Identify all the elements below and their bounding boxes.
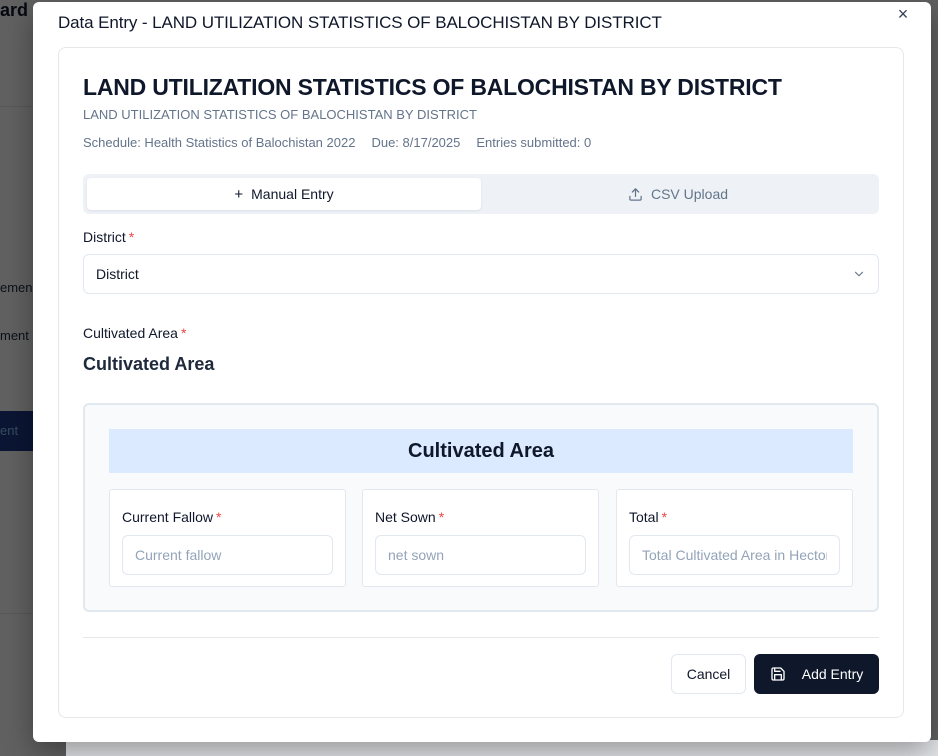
district-label: District *: [83, 229, 135, 245]
entry-mode-tabs: + Manual Entry CSV Upload: [83, 174, 879, 214]
due-date-text: Due: 8/17/2025: [371, 135, 461, 150]
cultivated-area-group: Cultivated Area Current Fallow* Net Sown…: [83, 403, 879, 612]
net-sown-field: Net Sown *: [362, 489, 599, 587]
form-title: LAND UTILIZATION STATISTICS OF BALOCHIST…: [83, 74, 782, 100]
data-entry-dialog: Data Entry - LAND UTILIZATION STATISTICS…: [33, 2, 931, 742]
chevron-down-icon: [854, 271, 864, 277]
required-marker: *: [180, 325, 187, 341]
close-icon[interactable]: ×: [893, 4, 913, 24]
footer-divider: [83, 637, 879, 638]
save-icon: [771, 667, 785, 681]
group-header: Cultivated Area: [109, 429, 853, 473]
district-select[interactable]: District: [83, 254, 879, 294]
required-marker: *: [661, 509, 668, 525]
dialog-title: Data Entry - LAND UTILIZATION STATISTICS…: [58, 13, 662, 32]
form-subtitle: LAND UTILIZATION STATISTICS OF BALOCHIST…: [83, 107, 477, 122]
tab-label: CSV Upload: [650, 186, 729, 202]
cultivated-area-label: Cultivated Area *: [83, 325, 187, 341]
form-card: LAND UTILIZATION STATISTICS OF BALOCHIST…: [58, 47, 904, 718]
upload-icon: [629, 187, 642, 201]
district-select-value: District: [96, 266, 139, 282]
current-fallow-input[interactable]: [122, 535, 333, 575]
total-field: Total *: [616, 489, 853, 587]
form-meta: Schedule: Health Statistics of Balochist…: [83, 135, 591, 150]
schedule-text: Schedule: Health Statistics of Balochist…: [83, 135, 356, 150]
total-label: Total *: [629, 509, 668, 525]
plus-icon: +: [234, 185, 244, 203]
required-marker: *: [216, 509, 222, 525]
tab-label: Manual Entry: [251, 186, 334, 202]
entries-count-text: Entries submitted: 0: [476, 135, 592, 150]
cancel-button[interactable]: Cancel: [671, 654, 746, 694]
cultivated-area-heading: Cultivated Area: [83, 354, 215, 374]
net-sown-label: Net Sown *: [375, 509, 445, 525]
add-entry-label: Add Entry: [801, 666, 864, 682]
required-marker: *: [128, 229, 135, 245]
current-fallow-label: Current Fallow *: [122, 509, 222, 525]
tab-manual-entry[interactable]: + Manual Entry: [87, 178, 481, 210]
current-fallow-field: Current Fallow *: [109, 489, 346, 587]
background-footer: [66, 740, 938, 756]
add-entry-button[interactable]: Add Entry: [754, 654, 879, 694]
total-input[interactable]: [629, 535, 840, 575]
required-marker: *: [438, 509, 445, 525]
tab-csv-upload[interactable]: CSV Upload: [481, 178, 875, 210]
net-sown-input[interactable]: [375, 535, 586, 575]
